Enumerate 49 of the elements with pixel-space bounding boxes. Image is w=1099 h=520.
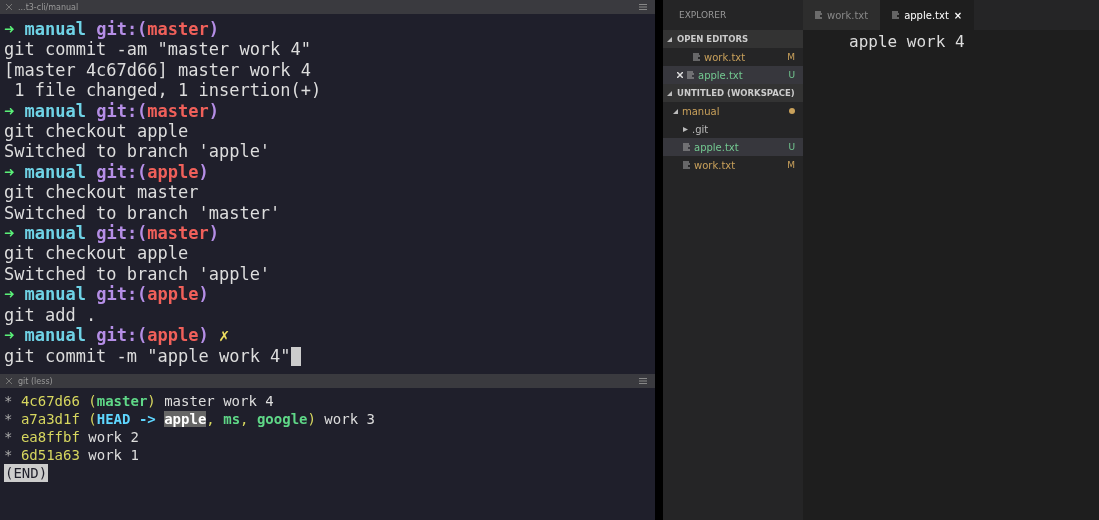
cursor (290, 347, 301, 366)
file-item[interactable]: apple.txt U (663, 66, 803, 84)
prompt-line: ➜ manual git:(apple) (4, 284, 210, 305)
output-line: Switched to branch 'apple' (4, 141, 272, 162)
menu-icon[interactable] (639, 4, 647, 10)
expanded-triangle-icon[interactable] (667, 36, 672, 42)
output-line: git checkout apple (4, 121, 190, 142)
output-line: Switched to branch 'master' (4, 202, 282, 224)
file-item[interactable]: work.txt M (663, 48, 803, 66)
command-input[interactable]: git commit -m "apple work 4" (4, 345, 291, 366)
explorer-title: EXPLORER (678, 9, 728, 22)
output-line: 1 file changed, 1 insertion(+) (13, 80, 323, 101)
file-icon (693, 53, 700, 61)
file-item[interactable]: work.txt M (663, 156, 803, 174)
editor-tab[interactable]: work.txt (803, 0, 881, 30)
terminal-title: ...t3-cli/manual (18, 2, 79, 12)
file-item[interactable]: apple.txt U (663, 138, 803, 156)
output-line: git commit -am "master work 4" (4, 39, 313, 60)
output-line: [master 4c67d66] master work 4 (4, 59, 313, 81)
collapsed-triangle-icon[interactable] (683, 126, 688, 132)
prompt-line: ➜ manual git:(apple) ✗ (4, 325, 231, 346)
file-icon (892, 11, 900, 19)
section-header[interactable]: OPEN EDITORS (663, 30, 803, 48)
prompt-line: ➜ manual git:(apple) (4, 161, 210, 183)
expanded-triangle-icon[interactable] (673, 108, 678, 114)
folder-item[interactable]: .git (663, 120, 803, 138)
pager-end-marker: (END) (4, 464, 49, 482)
output-line: Switched to branch 'apple' (4, 263, 272, 285)
pager-title: git (less) (18, 376, 53, 386)
output-line: git checkout master (4, 182, 200, 203)
commit-line: * ea8ffbf work 2 (4, 428, 140, 446)
commit-line: * 6d51a63 work 1 (4, 446, 140, 464)
output-line: git checkout apple (4, 243, 190, 264)
code-line: apple work 4 (848, 31, 966, 51)
file-icon (683, 161, 690, 169)
output-line: git add . (4, 304, 97, 326)
prompt-line: ➜ manual git:(master) (4, 100, 221, 122)
file-icon (815, 11, 822, 19)
commit-line: * a7a3d1f (HEAD -> apple, ms, google) work 3 (4, 410, 376, 428)
file-icon (683, 143, 690, 151)
expanded-triangle-icon[interactable] (667, 90, 672, 96)
prompt-line: ➜ manual git:(master) (4, 223, 221, 244)
prompt-line: ➜ manual git:(master) (4, 19, 221, 40)
editor-tab[interactable]: apple.txt × (880, 0, 975, 30)
folder-item[interactable]: manual (663, 102, 803, 120)
commit-line: * 4c67d66 (master) master work 4 (4, 392, 275, 410)
section-header[interactable]: UNTITLED (WORKSPACE) (663, 84, 803, 102)
menu-icon[interactable] (639, 378, 647, 384)
file-icon (687, 71, 694, 79)
